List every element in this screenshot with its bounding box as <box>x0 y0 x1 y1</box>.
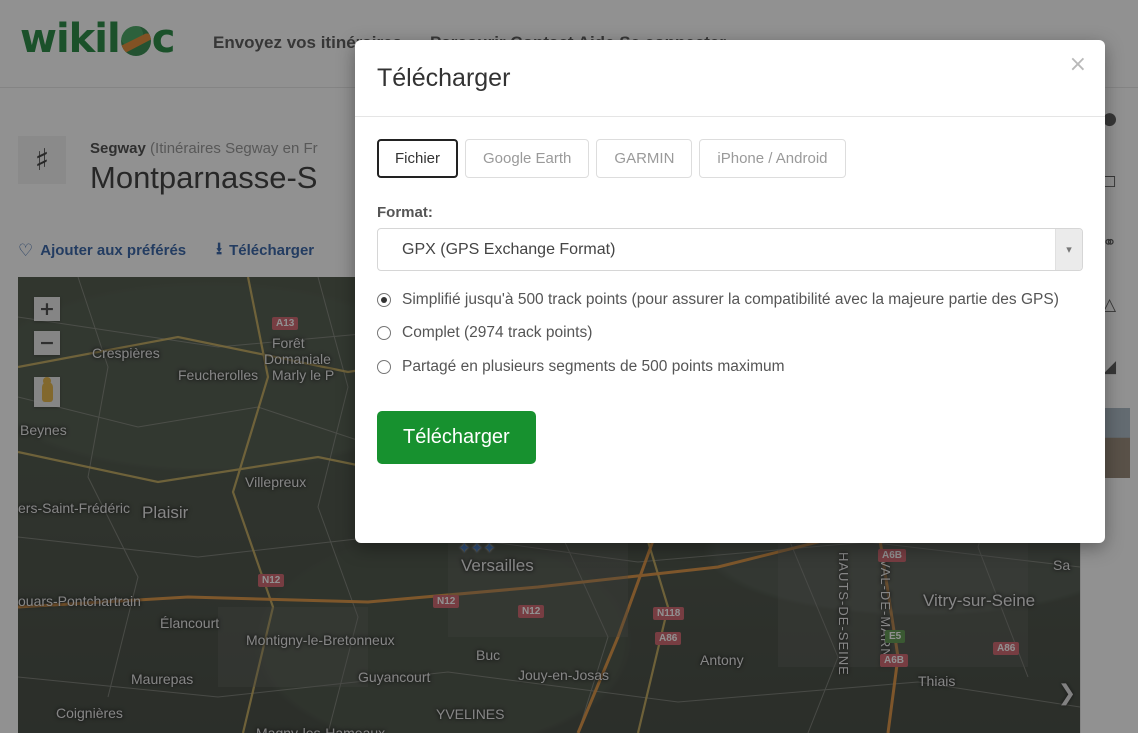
radio-option-complete[interactable]: Complet (2974 track points) <box>377 322 1083 344</box>
tab-fichier[interactable]: Fichier <box>377 139 459 178</box>
download-modal: Télécharger × Fichier Google Earth GARMI… <box>355 40 1105 543</box>
format-select-wrapper: GPX (GPS Exchange Format) KML (Google Ea… <box>377 228 1083 271</box>
modal-header: Télécharger × <box>355 40 1105 117</box>
radio-indicator <box>377 326 391 341</box>
radio-option-split[interactable]: Partagé en plusieurs segments de 500 poi… <box>377 356 1083 378</box>
modal-title: Télécharger <box>377 63 511 92</box>
radio-indicator <box>377 359 391 374</box>
close-icon[interactable]: × <box>1069 54 1087 76</box>
submit-download-button[interactable]: Télécharger <box>377 411 536 465</box>
tab-iphone-android[interactable]: iPhone / Android <box>699 139 846 178</box>
tab-google-earth[interactable]: Google Earth <box>465 139 590 178</box>
radio-indicator <box>377 293 391 307</box>
tab-garmin[interactable]: GARMIN <box>596 139 693 178</box>
modal-body: Fichier Google Earth GARMIN iPhone / And… <box>355 117 1105 488</box>
track-detail-radio-group: Simplifié jusqu'à 500 track points (pour… <box>377 289 1083 378</box>
download-target-tabs: Fichier Google Earth GARMIN iPhone / And… <box>377 139 1083 178</box>
radio-label: Simplifié jusqu'à 500 track points (pour… <box>402 291 1059 308</box>
format-select[interactable]: GPX (GPS Exchange Format) KML (Google Ea… <box>377 228 1083 271</box>
radio-label: Partagé en plusieurs segments de 500 poi… <box>402 357 785 375</box>
radio-option-simplified[interactable]: Simplifié jusqu'à 500 track points (pour… <box>377 289 1083 311</box>
radio-label: Complet (2974 track points) <box>402 324 593 342</box>
format-label: Format: <box>377 204 433 221</box>
